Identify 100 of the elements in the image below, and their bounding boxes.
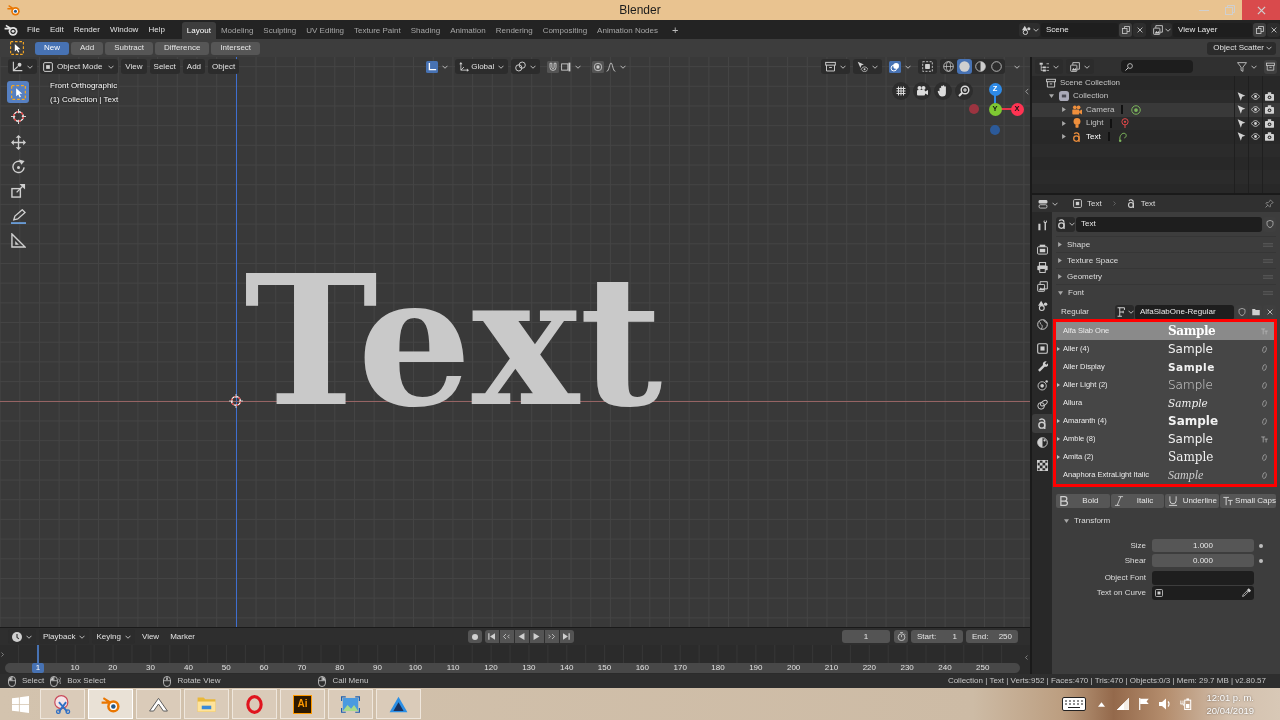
view-layer-dropdown[interactable]	[1066, 59, 1094, 74]
axis-dot-icon[interactable]	[969, 104, 979, 114]
visibility-dropdown[interactable]	[821, 59, 850, 74]
menu-item[interactable]: View	[121, 59, 147, 74]
movie-camera-icon[interactable]	[913, 82, 931, 100]
menu-item[interactable]: Add	[182, 59, 206, 74]
stopwatch-button[interactable]	[894, 630, 908, 643]
menu-item[interactable]: View	[137, 629, 164, 644]
menu-item[interactable]: Marker	[166, 629, 200, 644]
3d-cursor-icon[interactable]	[229, 394, 243, 408]
mode-button[interactable]: Add	[71, 41, 104, 55]
pin-icon[interactable]	[1265, 199, 1274, 208]
expand-arrow-icon[interactable]	[1057, 383, 1060, 387]
pivot-dropdown[interactable]	[511, 59, 541, 74]
duplicate-button[interactable]	[1253, 22, 1266, 37]
chevron-icon[interactable]	[1025, 655, 1028, 660]
previous-keyframe-button[interactable]	[499, 630, 514, 643]
play-reverse-button[interactable]	[514, 630, 529, 643]
axis-dot-icon[interactable]	[990, 125, 1000, 135]
preset-dropdown[interactable]: Object Scatter	[1207, 41, 1276, 55]
jump-start-button[interactable]	[484, 630, 499, 643]
signal-icon[interactable]	[1117, 698, 1130, 710]
workspace-tab[interactable]: Animation Nodes	[592, 22, 663, 39]
number-field[interactable]: 0.000	[1152, 554, 1254, 567]
app-logo-icon[interactable]	[4, 23, 18, 36]
taskbar-app-button[interactable]: Ai	[280, 689, 325, 719]
expand-arrow-icon[interactable]	[1057, 347, 1060, 351]
next-keyframe-button[interactable]	[544, 630, 559, 643]
expand-arrow-icon[interactable]	[1057, 437, 1060, 441]
duplicate-button[interactable]	[1119, 22, 1132, 37]
tool-button[interactable]	[7, 81, 29, 103]
jump-end-button[interactable]	[559, 630, 574, 643]
ring-dot-icon[interactable]	[1131, 104, 1142, 115]
curve-icon[interactable]	[1117, 131, 1128, 142]
panel-header[interactable]: Shape	[1056, 236, 1276, 252]
mode-button[interactable]: Subtract	[105, 41, 154, 55]
menu-item[interactable]: Select	[149, 59, 180, 74]
font-field[interactable]: AlfaSlabOne-Regular	[1135, 304, 1234, 320]
object-field[interactable]	[1152, 585, 1254, 600]
object-field[interactable]	[1152, 570, 1254, 585]
keyboard-icon[interactable]	[1062, 697, 1087, 711]
panel-header[interactable]: Texture Space	[1056, 252, 1276, 268]
disclosure-triangle-icon[interactable]	[1062, 120, 1066, 126]
pin-icon[interactable]	[1120, 118, 1131, 129]
menu-item[interactable]: File	[22, 25, 45, 34]
expand-arrow-icon[interactable]	[1057, 419, 1060, 423]
dot-icon[interactable]	[1259, 543, 1263, 548]
camera-icon[interactable]	[1264, 105, 1274, 115]
display-mode-dropdown[interactable]	[1035, 59, 1063, 74]
properties-tab[interactable]	[1032, 413, 1052, 433]
add-workspace-button[interactable]: +	[667, 22, 684, 39]
style-toggle[interactable]: Italic	[1110, 494, 1165, 508]
panel-header[interactable]: Geometry	[1056, 268, 1276, 284]
active-tool-button[interactable]	[9, 40, 25, 56]
outliner-row[interactable]: Camera	[1032, 103, 1280, 117]
new-collection-button[interactable]	[1264, 59, 1277, 74]
remove-button[interactable]	[1267, 22, 1280, 37]
search-field[interactable]	[1121, 60, 1193, 73]
style-toggle[interactable]: Underline	[1165, 494, 1220, 508]
eye-icon[interactable]	[1250, 132, 1260, 142]
current-frame-marker[interactable]: 1	[32, 663, 44, 673]
workspace-tab[interactable]: Compositing	[537, 22, 593, 39]
editor-type-button[interactable]	[8, 59, 37, 74]
workspace-tab[interactable]: UV Editing	[301, 22, 350, 39]
zoom-icon[interactable]	[955, 82, 973, 100]
expand-arrow-icon[interactable]	[1057, 455, 1060, 459]
workspace-tab[interactable]: Shading	[405, 22, 446, 39]
dot-icon[interactable]	[1259, 558, 1263, 563]
disclosure-triangle-icon[interactable]	[1062, 134, 1066, 140]
mode-button[interactable]: Difference	[155, 41, 210, 55]
flag-icon[interactable]	[1138, 698, 1151, 710]
style-toggle[interactable]: Bold	[1056, 494, 1110, 508]
menu-item[interactable]: Edit	[44, 25, 69, 34]
disclosure-triangle-icon[interactable]	[1049, 94, 1054, 99]
xray-toggle[interactable]	[918, 59, 937, 74]
eye-icon[interactable]	[1250, 105, 1260, 115]
current-frame-field[interactable]: 1	[842, 630, 890, 643]
style-toggle[interactable]: Small Caps	[1220, 494, 1276, 508]
menu-item[interactable]: Help	[143, 25, 170, 34]
record-button[interactable]	[467, 630, 482, 643]
workspace-tab[interactable]: Modeling	[215, 22, 259, 39]
scene-field[interactable]: Scene	[1041, 22, 1118, 37]
camera-icon[interactable]	[1264, 118, 1274, 128]
eye-icon[interactable]	[1250, 118, 1260, 128]
number-field[interactable]: 1.000	[1152, 539, 1254, 552]
data-selector[interactable]	[1056, 216, 1075, 232]
font-selector[interactable]	[1115, 304, 1134, 320]
selectability-dropdown[interactable]	[853, 59, 882, 74]
shading-button[interactable]	[941, 59, 956, 74]
remove-button[interactable]	[1133, 22, 1146, 37]
view-layer-field[interactable]: View Layer	[1173, 22, 1252, 37]
play-button[interactable]	[529, 630, 544, 643]
transform-orientation-dropdown[interactable]: Global	[455, 59, 509, 74]
workspace-tab[interactable]: Animation	[445, 22, 491, 39]
menu-item[interactable]: Object	[208, 59, 240, 74]
end-frame-field[interactable]: End: 250	[966, 630, 1018, 643]
speaker-icon[interactable]	[1159, 698, 1172, 710]
triangle-up-icon[interactable]	[1098, 701, 1106, 707]
datablock-field[interactable]: Text	[1076, 216, 1262, 232]
workspace-tab[interactable]: Layout	[181, 22, 216, 39]
